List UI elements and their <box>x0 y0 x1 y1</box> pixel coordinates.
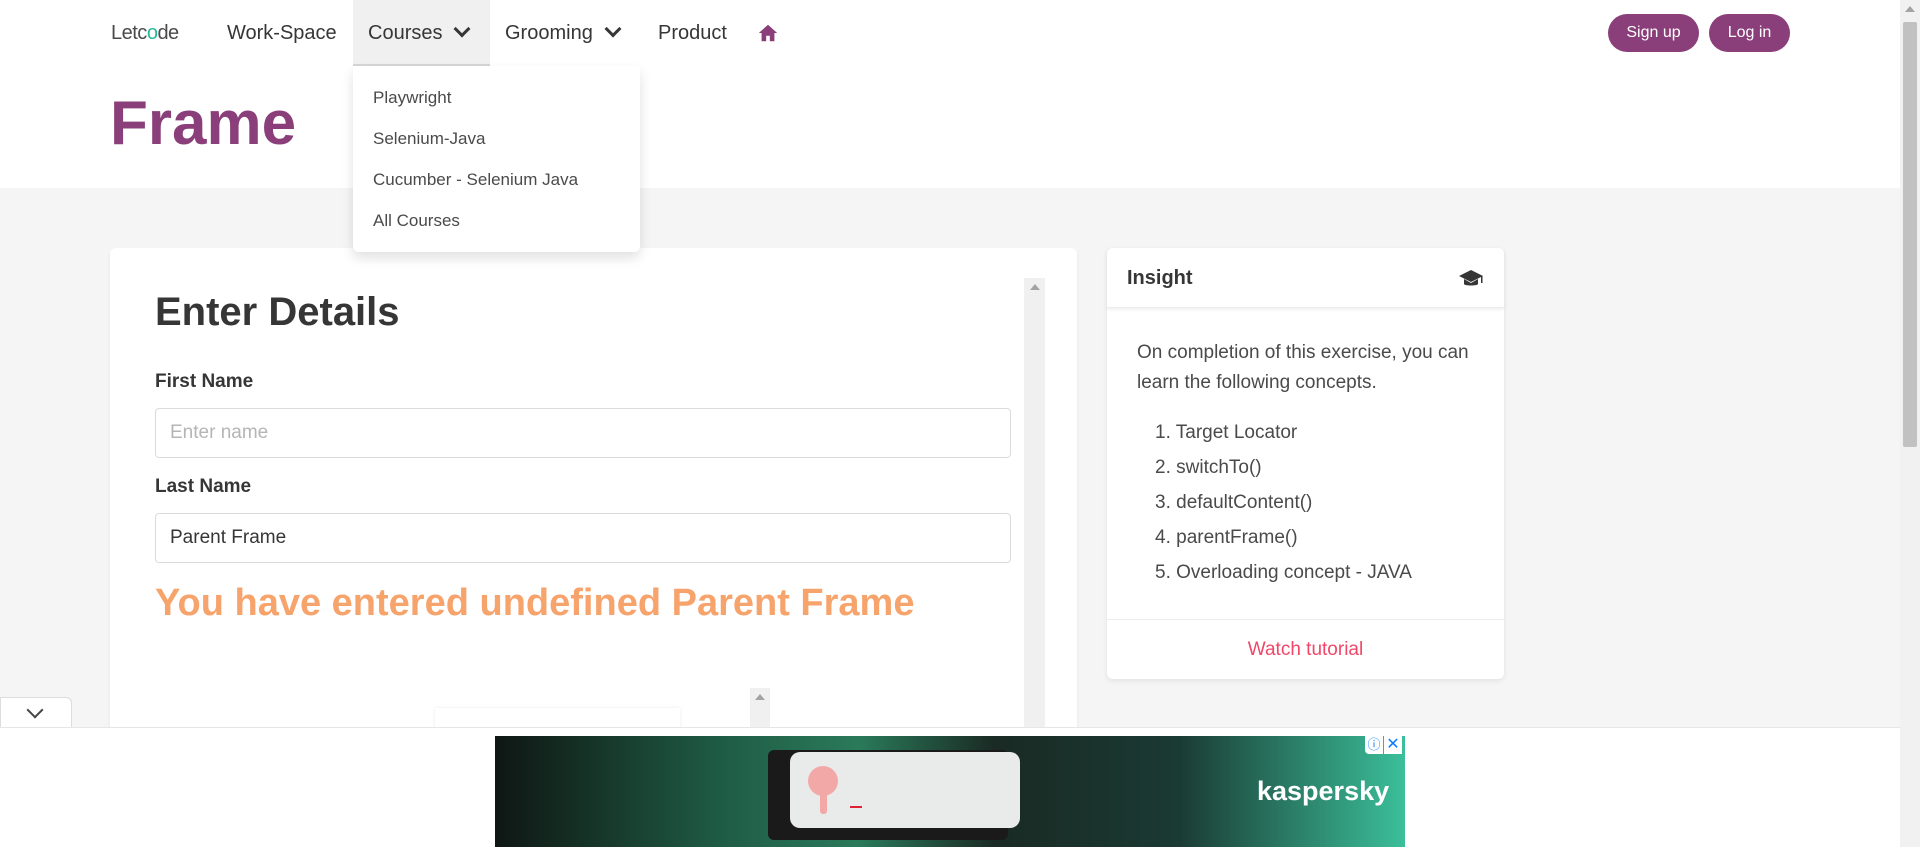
result-text: You have entered undefined Parent Frame <box>155 582 915 624</box>
page-title: Frame <box>110 89 297 158</box>
dropdown-item-selenium-java[interactable]: Selenium-Java <box>353 123 640 164</box>
nav-grooming-label: Grooming <box>505 22 593 44</box>
dropdown-item-all-courses[interactable]: All Courses <box>353 205 640 246</box>
nav-courses-label: Courses <box>368 22 443 44</box>
ad-collapse-button[interactable] <box>0 697 72 727</box>
graduation-cap-icon <box>1459 270 1483 286</box>
scroll-up-arrow-icon[interactable] <box>1030 284 1040 290</box>
nav-workspace[interactable]: Work-Space <box>212 0 352 66</box>
last-name-input[interactable]: Parent Frame <box>155 513 1011 563</box>
list-item: 4. parentFrame() <box>1155 527 1298 548</box>
nav-grooming[interactable]: Grooming <box>490 0 634 66</box>
list-item: 2. switchTo() <box>1155 457 1262 478</box>
signup-button[interactable]: Sign up <box>1608 14 1699 52</box>
ad-banner[interactable]: kaspersky ⓘ ✕ <box>495 736 1405 847</box>
chevron-down-icon <box>26 701 44 719</box>
ad-brand-logo: kaspersky <box>1257 776 1390 806</box>
frame-card: Enter Details First Name Last Name Paren… <box>110 248 1077 768</box>
logo[interactable]: Letcode <box>111 22 179 45</box>
page-scrollbar[interactable] <box>1900 0 1920 847</box>
ad-close-icon[interactable]: ✕ <box>1384 736 1402 754</box>
courses-dropdown: Playwright Selenium-Java Cucumber - Sele… <box>353 66 640 252</box>
insight-card: Insight On completion of this exercise, … <box>1107 248 1504 679</box>
first-name-label: First Name <box>155 371 254 392</box>
insight-description: On completion of this exercise, you can … <box>1137 342 1469 393</box>
watch-tutorial-link[interactable]: Watch tutorial <box>1107 619 1504 679</box>
dropdown-item-playwright[interactable]: Playwright <box>353 82 640 123</box>
nav-product[interactable]: Product <box>643 0 742 66</box>
dropdown-item-cucumber[interactable]: Cucumber - Selenium Java <box>353 164 640 205</box>
navbar: Letcode Work-Space Courses Grooming Prod… <box>0 0 1900 66</box>
first-name-input[interactable] <box>155 408 1011 458</box>
nav-workspace-label: Work-Space <box>227 22 337 44</box>
home-icon[interactable] <box>757 22 779 44</box>
list-item: 5. Overloading concept - JAVA <box>1155 562 1412 583</box>
nav-product-label: Product <box>658 22 727 44</box>
last-name-label: Last Name <box>155 476 252 497</box>
scroll-up-arrow-icon[interactable] <box>1905 6 1915 12</box>
insight-header: Insight <box>1107 248 1504 308</box>
cursor-graphic <box>850 806 862 808</box>
login-button[interactable]: Log in <box>1709 14 1790 52</box>
nav-courses[interactable]: Courses <box>353 0 490 66</box>
insight-title: Insight <box>1127 267 1193 289</box>
frame-scrollbar[interactable] <box>1024 278 1045 768</box>
concept-list: 1. Target Locator 2. switchTo() 3. defau… <box>1155 415 1412 590</box>
scroll-up-arrow-icon[interactable] <box>755 694 765 700</box>
key-stem-graphic <box>820 792 827 814</box>
ad-info-icon[interactable]: ⓘ <box>1365 736 1383 754</box>
list-item: 1. Target Locator <box>1155 422 1298 443</box>
chevron-down-icon <box>453 20 471 38</box>
chevron-down-icon <box>604 20 622 38</box>
form-title: Enter Details <box>155 290 400 334</box>
scrollbar-thumb[interactable] <box>1903 22 1917 447</box>
list-item: 3. defaultContent() <box>1155 492 1313 513</box>
